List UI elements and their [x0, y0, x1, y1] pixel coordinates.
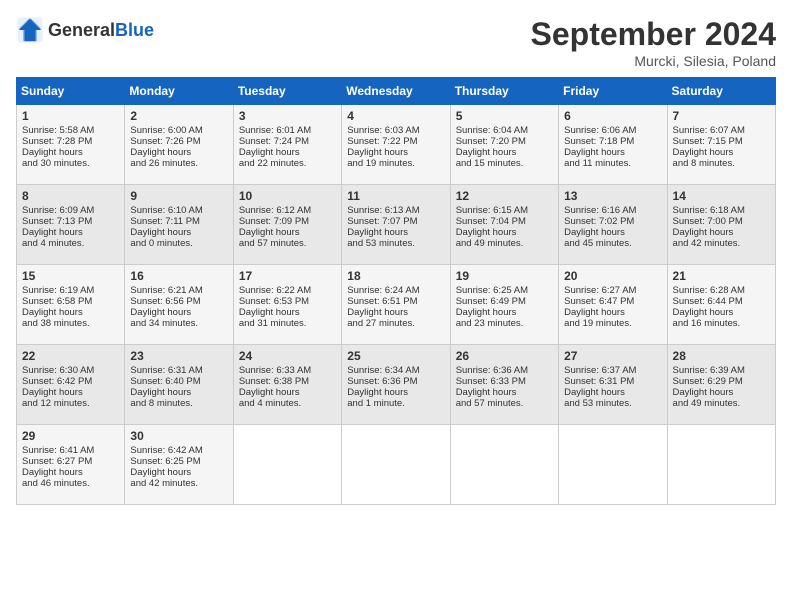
- day-number: 7: [673, 109, 770, 123]
- logo-blue: Blue: [115, 20, 154, 40]
- title-area: September 2024 Murcki, Silesia, Poland: [531, 16, 776, 69]
- day-number: 17: [239, 269, 336, 283]
- table-row: 13Sunrise: 6:16 AMSunset: 7:02 PMDayligh…: [559, 185, 667, 265]
- col-tuesday: Tuesday: [233, 78, 341, 105]
- table-row: [559, 425, 667, 505]
- table-row: 14Sunrise: 6:18 AMSunset: 7:00 PMDayligh…: [667, 185, 775, 265]
- calendar-week-row: 1Sunrise: 5:58 AMSunset: 7:28 PMDaylight…: [17, 105, 776, 185]
- table-row: [667, 425, 775, 505]
- location: Murcki, Silesia, Poland: [531, 53, 776, 69]
- calendar-header-row: Sunday Monday Tuesday Wednesday Thursday…: [17, 78, 776, 105]
- table-row: 7Sunrise: 6:07 AMSunset: 7:15 PMDaylight…: [667, 105, 775, 185]
- day-number: 1: [22, 109, 119, 123]
- day-number: 22: [22, 349, 119, 363]
- table-row: [450, 425, 558, 505]
- col-monday: Monday: [125, 78, 233, 105]
- table-row: 16Sunrise: 6:21 AMSunset: 6:56 PMDayligh…: [125, 265, 233, 345]
- table-row: 11Sunrise: 6:13 AMSunset: 7:07 PMDayligh…: [342, 185, 450, 265]
- day-number: 18: [347, 269, 444, 283]
- table-row: 5Sunrise: 6:04 AMSunset: 7:20 PMDaylight…: [450, 105, 558, 185]
- calendar-week-row: 15Sunrise: 6:19 AMSunset: 6:58 PMDayligh…: [17, 265, 776, 345]
- table-row: 9Sunrise: 6:10 AMSunset: 7:11 PMDaylight…: [125, 185, 233, 265]
- day-number: 11: [347, 189, 444, 203]
- logo-general: General: [48, 20, 115, 40]
- day-number: 29: [22, 429, 119, 443]
- table-row: 25Sunrise: 6:34 AMSunset: 6:36 PMDayligh…: [342, 345, 450, 425]
- day-number: 13: [564, 189, 661, 203]
- month-title: September 2024: [531, 16, 776, 53]
- table-row: 24Sunrise: 6:33 AMSunset: 6:38 PMDayligh…: [233, 345, 341, 425]
- table-row: 19Sunrise: 6:25 AMSunset: 6:49 PMDayligh…: [450, 265, 558, 345]
- col-sunday: Sunday: [17, 78, 125, 105]
- calendar-week-row: 29Sunrise: 6:41 AMSunset: 6:27 PMDayligh…: [17, 425, 776, 505]
- table-row: 26Sunrise: 6:36 AMSunset: 6:33 PMDayligh…: [450, 345, 558, 425]
- col-thursday: Thursday: [450, 78, 558, 105]
- day-number: 25: [347, 349, 444, 363]
- col-friday: Friday: [559, 78, 667, 105]
- day-number: 14: [673, 189, 770, 203]
- day-number: 19: [456, 269, 553, 283]
- logo-wordmark: GeneralBlue: [48, 20, 154, 41]
- day-number: 12: [456, 189, 553, 203]
- calendar-week-row: 22Sunrise: 6:30 AMSunset: 6:42 PMDayligh…: [17, 345, 776, 425]
- day-number: 9: [130, 189, 227, 203]
- col-saturday: Saturday: [667, 78, 775, 105]
- day-number: 2: [130, 109, 227, 123]
- day-number: 24: [239, 349, 336, 363]
- table-row: 10Sunrise: 6:12 AMSunset: 7:09 PMDayligh…: [233, 185, 341, 265]
- table-row: 4Sunrise: 6:03 AMSunset: 7:22 PMDaylight…: [342, 105, 450, 185]
- table-row: 28Sunrise: 6:39 AMSunset: 6:29 PMDayligh…: [667, 345, 775, 425]
- table-row: 30Sunrise: 6:42 AMSunset: 6:25 PMDayligh…: [125, 425, 233, 505]
- day-number: 6: [564, 109, 661, 123]
- day-number: 20: [564, 269, 661, 283]
- day-number: 28: [673, 349, 770, 363]
- day-number: 3: [239, 109, 336, 123]
- day-number: 16: [130, 269, 227, 283]
- table-row: [233, 425, 341, 505]
- table-row: 1Sunrise: 5:58 AMSunset: 7:28 PMDaylight…: [17, 105, 125, 185]
- table-row: 22Sunrise: 6:30 AMSunset: 6:42 PMDayligh…: [17, 345, 125, 425]
- calendar-week-row: 8Sunrise: 6:09 AMSunset: 7:13 PMDaylight…: [17, 185, 776, 265]
- table-row: 12Sunrise: 6:15 AMSunset: 7:04 PMDayligh…: [450, 185, 558, 265]
- table-row: 15Sunrise: 6:19 AMSunset: 6:58 PMDayligh…: [17, 265, 125, 345]
- col-wednesday: Wednesday: [342, 78, 450, 105]
- table-row: [342, 425, 450, 505]
- day-number: 21: [673, 269, 770, 283]
- table-row: 23Sunrise: 6:31 AMSunset: 6:40 PMDayligh…: [125, 345, 233, 425]
- logo: GeneralBlue: [16, 16, 154, 44]
- table-row: 20Sunrise: 6:27 AMSunset: 6:47 PMDayligh…: [559, 265, 667, 345]
- table-row: 27Sunrise: 6:37 AMSunset: 6:31 PMDayligh…: [559, 345, 667, 425]
- table-row: 6Sunrise: 6:06 AMSunset: 7:18 PMDaylight…: [559, 105, 667, 185]
- day-number: 5: [456, 109, 553, 123]
- table-row: 8Sunrise: 6:09 AMSunset: 7:13 PMDaylight…: [17, 185, 125, 265]
- table-row: 3Sunrise: 6:01 AMSunset: 7:24 PMDaylight…: [233, 105, 341, 185]
- table-row: 2Sunrise: 6:00 AMSunset: 7:26 PMDaylight…: [125, 105, 233, 185]
- table-row: 21Sunrise: 6:28 AMSunset: 6:44 PMDayligh…: [667, 265, 775, 345]
- table-row: 29Sunrise: 6:41 AMSunset: 6:27 PMDayligh…: [17, 425, 125, 505]
- day-number: 30: [130, 429, 227, 443]
- day-number: 8: [22, 189, 119, 203]
- day-number: 15: [22, 269, 119, 283]
- logo-icon: [16, 16, 44, 44]
- day-number: 27: [564, 349, 661, 363]
- table-row: 18Sunrise: 6:24 AMSunset: 6:51 PMDayligh…: [342, 265, 450, 345]
- day-number: 26: [456, 349, 553, 363]
- page-header: GeneralBlue September 2024 Murcki, Siles…: [16, 16, 776, 69]
- day-number: 10: [239, 189, 336, 203]
- calendar-table: Sunday Monday Tuesday Wednesday Thursday…: [16, 77, 776, 505]
- table-row: 17Sunrise: 6:22 AMSunset: 6:53 PMDayligh…: [233, 265, 341, 345]
- day-number: 23: [130, 349, 227, 363]
- day-number: 4: [347, 109, 444, 123]
